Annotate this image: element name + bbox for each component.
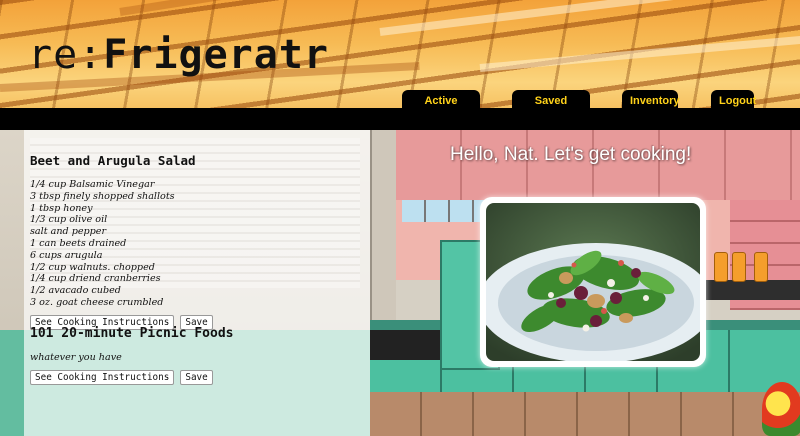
ingredient-item: 6 cups arugula (30, 249, 103, 261)
ceiling-beam (119, 0, 417, 16)
recipe-card: Beet and Arugula Salad 1/4 cup Balsamic … (30, 153, 370, 330)
ingredient-item: 1/4 cup driend cranberries (30, 273, 161, 285)
ingredient-item: 1 can beets drained (30, 237, 127, 249)
ingredient-item: 1/2 cup walnuts. chopped (30, 261, 155, 273)
ingredient-item: salt and pepper (30, 226, 107, 238)
recipe-title: 101 20-minute Picnic Foods (30, 326, 234, 341)
recipe-actions: See Cooking Instructions Save (30, 369, 370, 385)
logo-brand: Frigeratr (103, 32, 329, 78)
ceiling-beam (379, 0, 798, 36)
ingredient-list: 1/4 cup Balsamic Vinegar 3 tbsp finely s… (30, 179, 370, 309)
header-banner: re:Frigeratr Active Recipes Saved Recipe… (0, 0, 800, 110)
nav-bar (0, 108, 800, 130)
ingredient-item: 3 oz. goat cheese crumbled (30, 296, 164, 308)
oven (370, 330, 440, 360)
see-cooking-instructions-button[interactable]: See Cooking Instructions (30, 369, 175, 385)
ceiling-beam (479, 35, 800, 72)
side-counter (705, 280, 800, 300)
nav-tab-logout[interactable]: Logout (711, 90, 756, 110)
ingredient-item: 1/3 cup olive oil (30, 214, 108, 226)
ingredient-item: whatever you have (30, 352, 122, 363)
salad-photo (480, 197, 706, 367)
nav-tab-inventory[interactable]: Inventory (622, 90, 680, 110)
save-button[interactable]: Save (180, 369, 213, 385)
salad-photo-icon (486, 203, 700, 361)
logo-prefix: re: (28, 32, 104, 78)
ingredient-item: 1/2 avacado cubed (30, 285, 121, 297)
ingredient-item: 1/4 cup Balsamic Vinegar (30, 179, 155, 190)
jar-icon (714, 252, 728, 282)
kitchen-floor (370, 392, 800, 436)
fruit-bowl-icon (762, 382, 800, 436)
recipe-title: Beet and Arugula Salad (30, 153, 196, 168)
ingredient-item: 3 tbsp finely shopped shallots (30, 190, 175, 202)
nav-tab-saved-recipes[interactable]: Saved Recipes (512, 90, 590, 110)
ingredient-list: whatever you have (30, 352, 370, 364)
app-logo[interactable]: re:Frigeratr (28, 32, 329, 78)
jar-icon (754, 252, 768, 282)
recipe-card: 101 20-minute Picnic Foods whatever you … (30, 326, 370, 385)
ingredient-item: 1 tbsp honey (30, 202, 93, 214)
greeting-text: Hello, Nat. Let's get cooking! (450, 144, 692, 165)
jar-icon (732, 252, 746, 282)
nav-tab-active-recipes[interactable]: Active Recipes (402, 90, 480, 110)
